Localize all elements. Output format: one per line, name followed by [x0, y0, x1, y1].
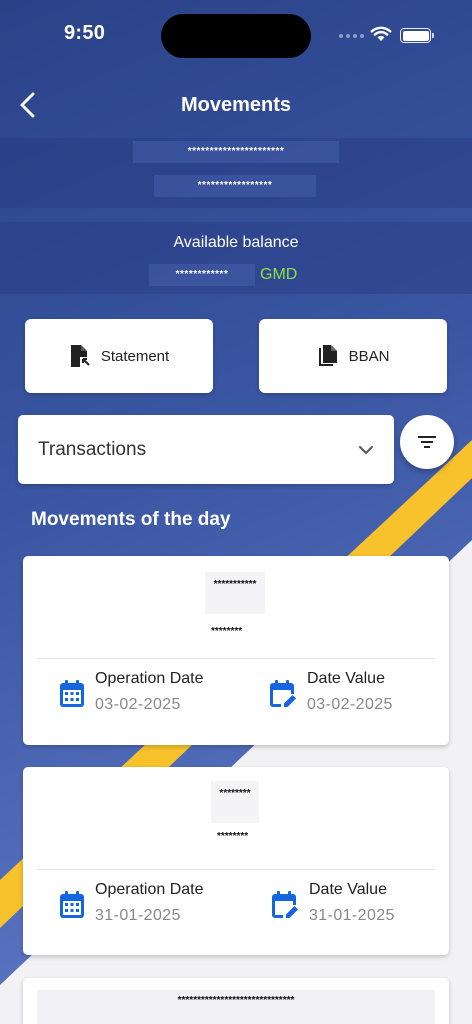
masked-movement-title: *********** [205, 572, 265, 614]
wifi-icon [370, 26, 392, 41]
masked-balance: ************ [149, 264, 255, 286]
masked-movement-title: ******** [211, 781, 259, 823]
operation-date-label: Operation Date [95, 881, 204, 898]
value-date-label: Date Value [309, 881, 387, 898]
calendar-edit-icon [270, 680, 296, 707]
value-date-value: 03-02-2025 [307, 696, 393, 713]
calendar-icon [60, 891, 84, 918]
value-date-group: Date Value 31-01-2025 [271, 881, 395, 925]
masked-account-number: ********************** [133, 141, 339, 163]
card-divider [37, 658, 435, 659]
section-title: Movements of the day [31, 509, 231, 530]
masked-movement-title: ****************************** [37, 990, 435, 1024]
status-time: 9:50 [64, 22, 106, 44]
value-date-group: Date Value 03-02-2025 [269, 670, 393, 714]
masked-movement-amount: ******** [217, 831, 249, 842]
available-balance-label: Available balance [173, 234, 299, 251]
cellular-signal-icon [339, 34, 364, 38]
bban-label: BBAN [348, 347, 390, 365]
filter-button[interactable] [400, 415, 454, 469]
operation-date-group: Operation Date 31-01-2025 [59, 881, 204, 925]
calendar-icon [60, 680, 84, 707]
document-download-icon [70, 345, 90, 367]
operation-date-value: 03-02-2025 [95, 696, 181, 713]
operation-date-value: 31-01-2025 [95, 907, 181, 924]
chevron-down-icon [359, 445, 373, 454]
battery-icon [400, 28, 434, 43]
statement-label: Statement [100, 347, 170, 365]
transaction-type-value: Transactions [38, 438, 147, 460]
operation-date-group: Operation Date 03-02-2025 [59, 670, 204, 714]
transaction-type-select[interactable]: Transactions [18, 415, 394, 484]
copy-document-icon [318, 345, 337, 366]
value-date-label: Date Value [307, 670, 385, 687]
currency-code: GMD [260, 266, 298, 283]
movement-card[interactable]: ****************************** [23, 978, 449, 1024]
operation-date-label: Operation Date [95, 670, 204, 687]
sort-filter-icon [418, 436, 436, 448]
calendar-edit-icon [272, 891, 298, 918]
movement-card[interactable]: ******** ******** Operation Date 31-01-2… [23, 767, 449, 955]
masked-account-name: ***************** [154, 175, 316, 197]
value-date-value: 31-01-2025 [309, 907, 395, 924]
bban-button[interactable]: BBAN [259, 319, 447, 393]
page-title: Movements [180, 94, 292, 116]
statement-button[interactable]: Statement [25, 319, 213, 393]
movement-card[interactable]: *********** ******** Operation Date 03-0… [23, 556, 449, 745]
card-divider [37, 869, 435, 870]
dynamic-island [161, 14, 311, 58]
masked-movement-amount: ******** [211, 626, 243, 637]
